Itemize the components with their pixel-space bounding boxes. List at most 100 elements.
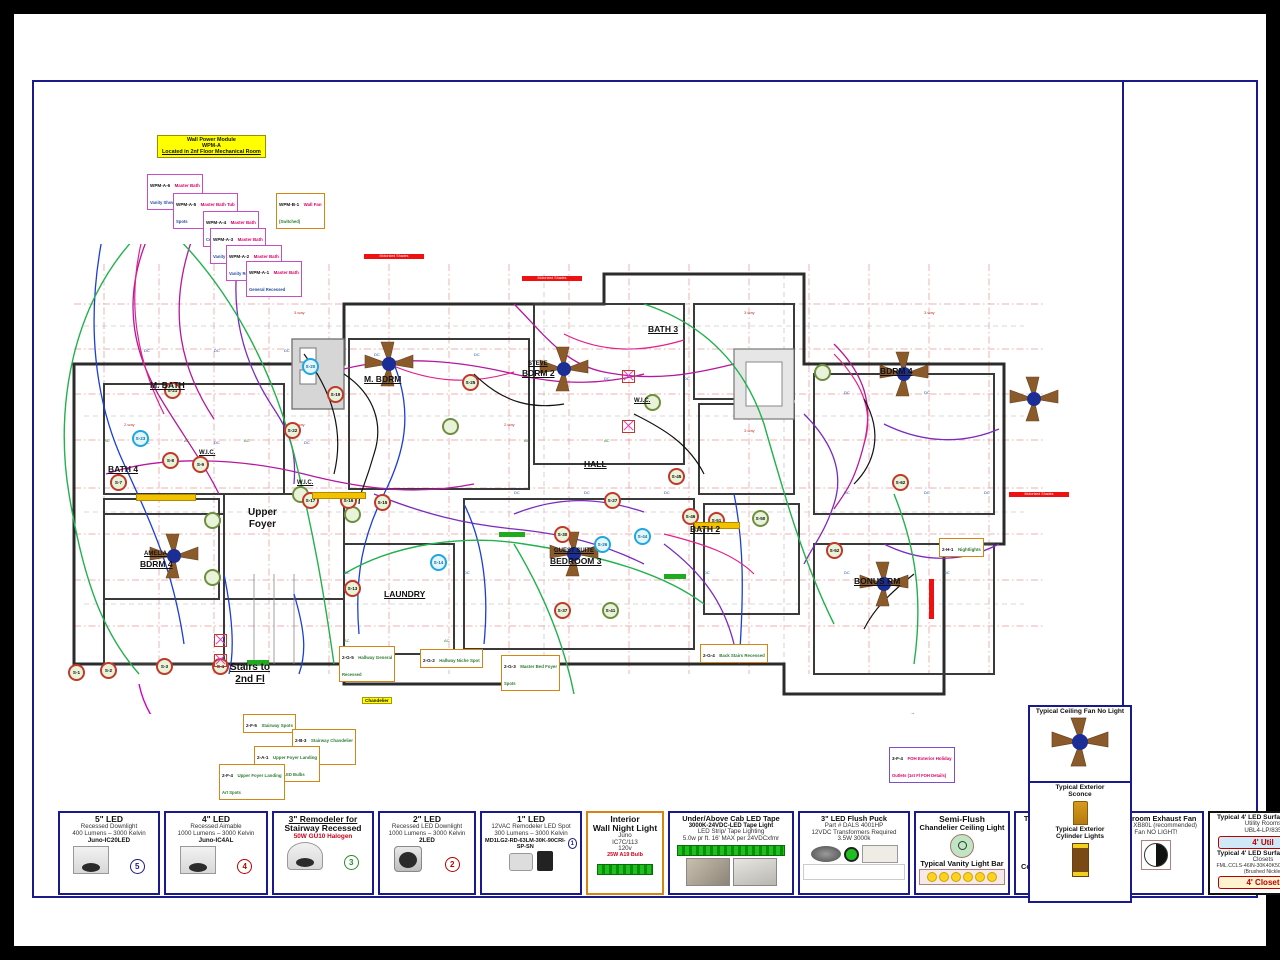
fixture-symbol[interactable]: S-30 bbox=[554, 526, 571, 543]
recessed-can-icon bbox=[73, 846, 110, 875]
fixture-symbol[interactable]: S-15 bbox=[374, 494, 391, 511]
callout-2-g-5[interactable]: 2-G-5 Hallway General Recessed bbox=[339, 646, 396, 682]
fixture-symbol[interactable]: S-22 bbox=[284, 422, 301, 439]
callout-2-h-1[interactable]: 2-H-1 Nightlights bbox=[939, 538, 984, 557]
legend-card-3in-remodeler[interactable]: 3" Remodeler for Stairway Recessed 50W G… bbox=[272, 811, 374, 895]
legend-card-5in-led[interactable]: 5" LED Recessed Downlight 400 Lumens – 3… bbox=[58, 811, 160, 895]
fixture-symbol[interactable]: S-37 bbox=[554, 602, 571, 619]
fixture-symbol[interactable]: S-62 bbox=[892, 474, 909, 491]
callout-2-g-3[interactable]: 2-G-3 Master Bed Foyer Spots bbox=[501, 655, 561, 691]
room-label-bedroom-3: BEDROOM 3 bbox=[550, 556, 602, 566]
led-tape-icon bbox=[677, 844, 785, 856]
tape-install-photo-1 bbox=[685, 857, 730, 886]
fixture-symbol[interactable] bbox=[442, 418, 459, 435]
legend-card-exterior-lights[interactable]: Typical Exterior Sconce Typical Exterior… bbox=[1028, 781, 1132, 903]
callout-2-f-4[interactable]: 2-F-4 Upper Foyer Landing Art Spots bbox=[219, 764, 285, 800]
svg-text:DC: DC bbox=[374, 352, 380, 357]
fixture-removed-marker bbox=[622, 420, 635, 433]
svg-text:DC: DC bbox=[844, 570, 850, 575]
puck-diagram bbox=[803, 864, 905, 881]
callout-wpm-a-1[interactable]: WPM-A-1 Master Bath General Recessed bbox=[246, 261, 302, 297]
motorized-shades-tag: Motorized Shades bbox=[364, 254, 424, 259]
fixture-symbol[interactable]: S-27 bbox=[604, 492, 621, 509]
svg-text:3-way: 3-way bbox=[294, 310, 305, 315]
legend-badge-3: 3 bbox=[343, 854, 359, 870]
floor-plan-vector: DC DC DC DC DC DC DC DC DC DC DC DC DC DC DC DC DC D… bbox=[63, 223, 1059, 789]
fixture-symbol[interactable]: S-50 bbox=[752, 510, 769, 527]
legend-card-1in-led[interactable]: 1" LED 12VAC Remodeler LED Spot 300 Lume… bbox=[480, 811, 582, 895]
svg-text:3-way: 3-way bbox=[744, 310, 755, 315]
fixture-symbol[interactable] bbox=[814, 364, 831, 381]
svg-text:DC: DC bbox=[924, 490, 930, 495]
fixture-symbol[interactable]: S-7 bbox=[110, 474, 127, 491]
room-label-bath-4: BATH 4 bbox=[108, 464, 139, 474]
callout-wpm-b-1[interactable]: WPM-B-1 Wall Fan (Switched) bbox=[276, 193, 325, 229]
room-label-bath-2: BATH 2 bbox=[690, 524, 721, 534]
exterior-cylinder-icon bbox=[1071, 842, 1089, 877]
legend-card-chandelier-vanity[interactable]: Semi-Flush Chandelier Ceiling Light Typi… bbox=[914, 811, 1010, 895]
legend-card-2in-led[interactable]: 2" LED Recessed LED Downlight 1000 Lumen… bbox=[378, 811, 476, 895]
legend-card-led-flush-puck[interactable]: 3" LED Flush Puck Part # DALS 4001HP 12V… bbox=[798, 811, 910, 895]
fixture-symbol[interactable]: S-52 bbox=[826, 542, 843, 559]
callout-3-f-4[interactable]: 3-F-4 FOH Exterior Holiday Outlets (1st … bbox=[889, 747, 955, 783]
fixture-symbol[interactable]: S-45 bbox=[668, 468, 685, 485]
fixture-symbol[interactable]: S-25 bbox=[462, 374, 479, 391]
fixture-symbol[interactable]: S-1 bbox=[68, 664, 85, 681]
svg-text:AC: AC bbox=[524, 438, 530, 443]
svg-text:DC: DC bbox=[474, 352, 480, 357]
motorized-shades-tag: Motorized Shades bbox=[1009, 492, 1069, 497]
svg-text:AC: AC bbox=[244, 438, 250, 443]
fixture-symbol[interactable]: S-2 bbox=[100, 662, 117, 679]
fixture-symbol[interactable]: S-13 bbox=[344, 580, 361, 597]
svg-text:AC: AC bbox=[344, 638, 350, 643]
svg-text:DC: DC bbox=[684, 376, 690, 381]
legend-card-ceiling-fan[interactable]: Typical Ceiling Fan No Light bbox=[1028, 705, 1132, 785]
room-label-bath-3: BATH 3 bbox=[648, 324, 679, 334]
svg-text:DC: DC bbox=[144, 348, 150, 353]
util-fixture-pill: 4' Util bbox=[1218, 835, 1280, 849]
svg-text:DC: DC bbox=[584, 490, 590, 495]
fixture-symbol[interactable] bbox=[204, 512, 221, 529]
fixture-symbol[interactable] bbox=[204, 569, 221, 586]
callout-2-g-2[interactable]: 2-G-2 Hallway Niche Spot bbox=[420, 649, 483, 668]
tape-light-symbol bbox=[664, 574, 686, 579]
legend-badge-4: 4 bbox=[237, 859, 253, 875]
legend-card-wall-night-light[interactable]: Interior Wall Night Light Juno IC7C/113 … bbox=[586, 811, 664, 895]
fixture-symbol[interactable]: S-8 bbox=[162, 452, 179, 469]
svg-text:DC: DC bbox=[844, 490, 850, 495]
room-label-bedroom-2: BDRM 2 bbox=[522, 368, 555, 378]
fixture-symbol[interactable]: S-19 bbox=[327, 386, 344, 403]
svg-text:DC: DC bbox=[284, 348, 290, 353]
led-spot-icon bbox=[509, 852, 533, 871]
fixture-symbol[interactable]: S-9 bbox=[192, 456, 209, 473]
svg-text:DC: DC bbox=[514, 490, 520, 495]
fixture-symbol[interactable]: S-14 bbox=[430, 554, 447, 571]
motorized-shades-tag bbox=[929, 579, 934, 619]
legend-card-cab-led-tape[interactable]: Under/Above Cab LED Tape 3000K-24VDC-LED… bbox=[668, 811, 794, 895]
transformer-icon bbox=[537, 850, 553, 871]
fixture-symbol[interactable]: S-26 bbox=[594, 536, 611, 553]
fixture-symbol[interactable]: S-41 bbox=[602, 602, 619, 619]
remodeler-fixture-icon bbox=[287, 841, 324, 870]
fixture-symbol[interactable]: S-23 bbox=[132, 430, 149, 447]
legend-badge-5: 5 bbox=[129, 859, 145, 875]
chandelier-tag: Chandelier bbox=[362, 697, 392, 704]
fixture-symbol[interactable]: S-20 bbox=[302, 358, 319, 375]
callout-2-f-5[interactable]: 2-F-5 Stairway Spots bbox=[243, 714, 296, 733]
callout-2-g-4[interactable]: 2-G-4 Back Stairs Recessed bbox=[700, 644, 768, 663]
fixture-symbol[interactable]: S-44 bbox=[634, 528, 651, 545]
legend-card-4ft-surface-mount[interactable]: Typical 4' LED Surface Mount Utility Roo… bbox=[1208, 811, 1280, 895]
fixture-symbol[interactable]: S-3 bbox=[156, 658, 173, 675]
room-label-wic-2: W.I.C. bbox=[297, 480, 314, 486]
vanity-light-bar-symbol bbox=[136, 494, 196, 501]
svg-text:DC: DC bbox=[704, 570, 710, 575]
room-label-wic-1: W.I.C. bbox=[199, 450, 216, 456]
legend-badge-1: 1 bbox=[567, 838, 577, 850]
room-label-hall: HALL bbox=[584, 459, 607, 469]
svg-text:2-way: 2-way bbox=[504, 422, 515, 427]
tape-install-photo-2 bbox=[732, 857, 777, 886]
room-label-bedroom-4-amelia: BDRM 4 bbox=[140, 559, 173, 569]
legend-card-4in-led[interactable]: 4" LED Recessed Aimable 1000 Lumens – 30… bbox=[164, 811, 268, 895]
motorized-shades-tag: Motorized Shades bbox=[522, 276, 582, 281]
fixture-removed-marker bbox=[622, 370, 635, 383]
